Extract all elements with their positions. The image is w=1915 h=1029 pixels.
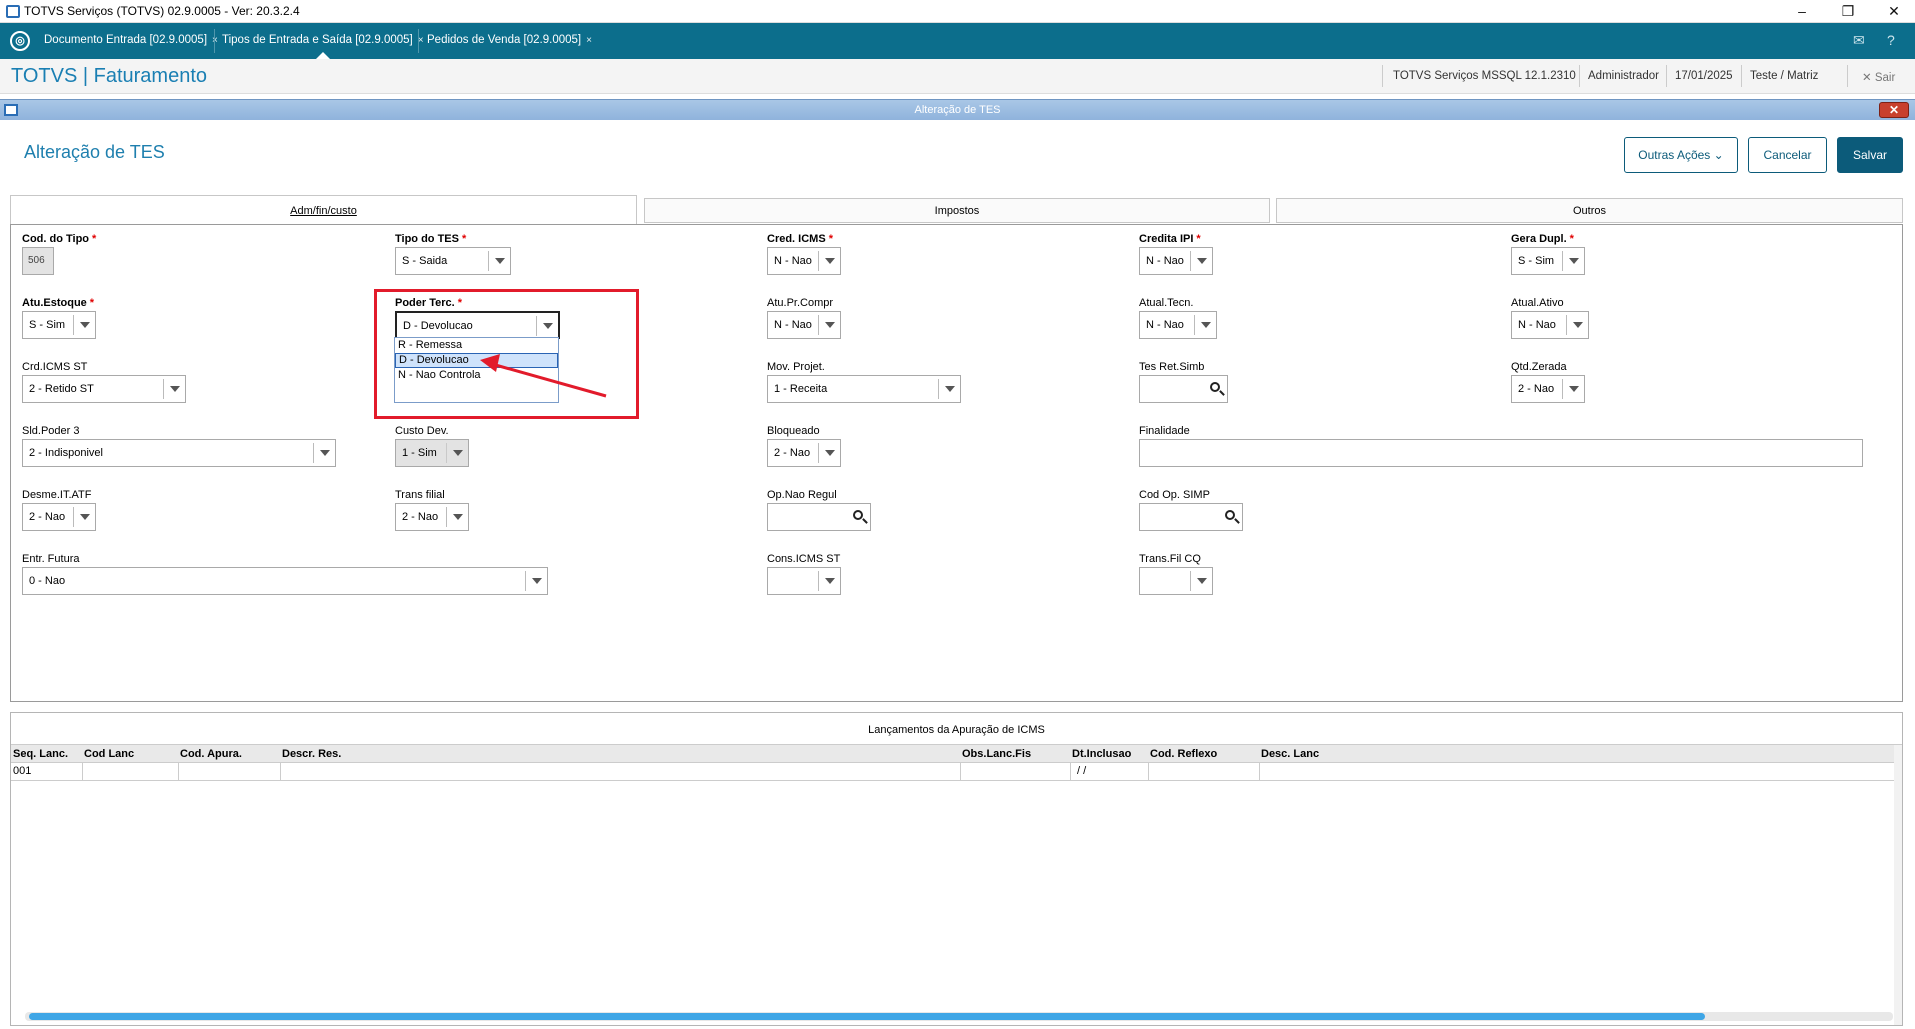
column-header[interactable]: Cod. Reflexo [1150,748,1217,760]
horizontal-scrollbar[interactable] [25,1012,1893,1021]
table-cell[interactable] [179,763,281,780]
table-cell[interactable] [1149,763,1260,780]
column-header[interactable]: Dt.Inclusao [1072,748,1131,760]
vertical-scrollbar[interactable] [1894,745,1902,1025]
table-cell[interactable] [1260,763,1896,780]
icms-launch-grid: Lançamentos da Apuração de ICMS Seq. Lan… [10,712,1903,1026]
column-header[interactable]: Descr. Res. [282,748,341,760]
scrollbar-thumb[interactable] [29,1013,1705,1020]
column-header[interactable]: Seq. Lanc. [13,748,68,760]
column-header[interactable]: Obs.Lanc.Fis [962,748,1031,760]
grid-header: Seq. Lanc. Cod Lanc Cod. Apura. Descr. R… [11,745,1896,763]
table-row[interactable]: 001 / / [11,763,1896,781]
column-header[interactable]: Cod Lanc [84,748,134,760]
table-cell[interactable]: 001 [11,763,83,780]
table-cell[interactable] [961,763,1071,780]
column-header[interactable]: Cod. Apura. [180,748,242,760]
table-cell[interactable] [281,763,961,780]
grid-title: Lançamentos da Apuração de ICMS [11,713,1902,745]
table-cell[interactable]: / / [1071,763,1149,780]
table-cell[interactable] [83,763,179,780]
column-header[interactable]: Desc. Lanc [1261,748,1319,760]
